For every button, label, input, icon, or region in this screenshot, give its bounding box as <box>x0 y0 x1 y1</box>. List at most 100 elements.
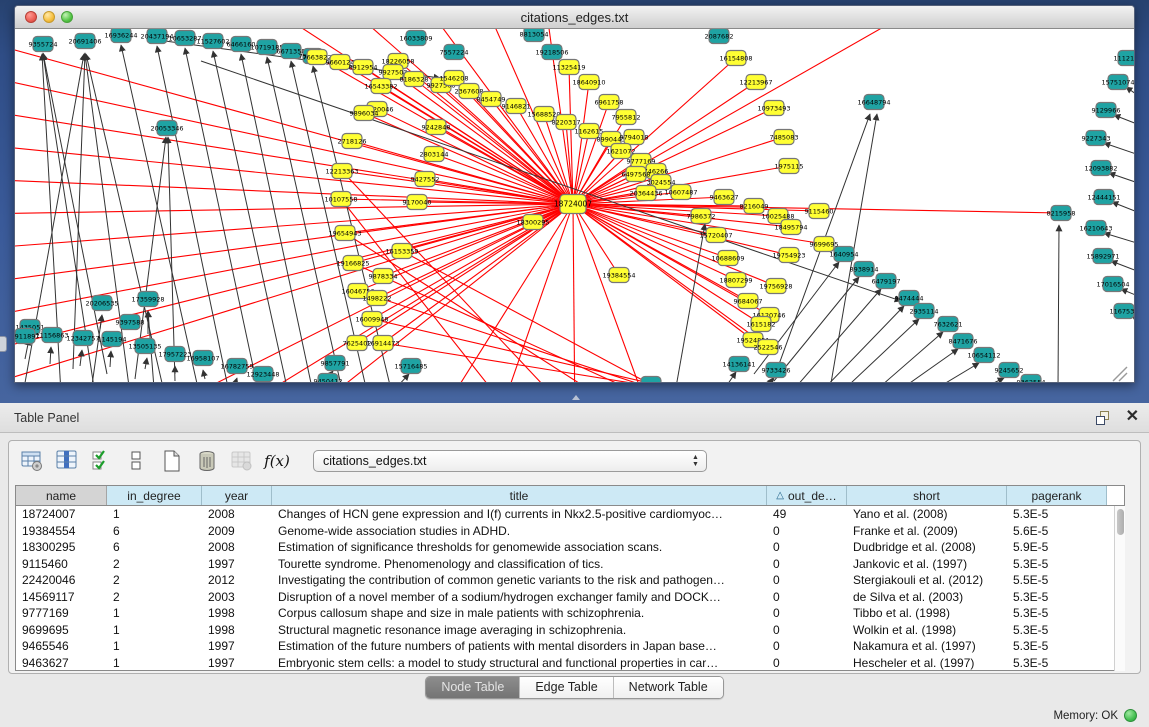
table-cell[interactable]: 2003 <box>202 589 272 606</box>
table-cell[interactable]: 5.3E-5 <box>1007 622 1107 639</box>
table-cell[interactable]: 2 <box>107 556 202 573</box>
table-cell[interactable]: 1 <box>107 655 202 672</box>
graph-edge[interactable] <box>1058 225 1059 383</box>
table-cell[interactable]: Embryonic stem cells: a model to study s… <box>272 655 767 672</box>
graph-node[interactable]: 15716485 <box>394 359 427 374</box>
graph-edge[interactable] <box>157 46 230 383</box>
memory-ok-icon[interactable] <box>1124 709 1137 722</box>
graph-edge[interactable] <box>15 204 573 383</box>
table-cell[interactable]: 1 <box>107 506 202 523</box>
graph-node[interactable]: 8813054 <box>520 29 549 42</box>
graph-node[interactable]: 17359928 <box>131 292 164 307</box>
network-window-titlebar[interactable]: citations_edges.txt <box>15 6 1134 29</box>
column-header-short[interactable]: short <box>847 486 1007 505</box>
column-header-year[interactable]: year <box>202 486 272 505</box>
table-cell[interactable]: Disruption of a novel member of a sodium… <box>272 589 767 606</box>
graph-node[interactable]: 14136141 <box>722 357 755 372</box>
graph-node[interactable]: 2087682 <box>705 29 734 44</box>
graph-edge[interactable] <box>721 372 736 383</box>
graph-node-selected[interactable]: 6961758 <box>595 95 624 110</box>
table-cell[interactable]: 2009 <box>202 523 272 540</box>
table-cell[interactable]: 22420046 <box>16 572 107 589</box>
graph-node[interactable]: 12444151 <box>1087 190 1120 205</box>
table-row[interactable]: 977716911998Corpus callosum shape and si… <box>16 605 1124 622</box>
table-cell[interactable]: 9777169 <box>16 605 107 622</box>
graph-node[interactable]: 1145194 <box>98 332 127 347</box>
scrollbar-thumb[interactable] <box>1117 509 1124 535</box>
table-cell[interactable]: 14569117 <box>16 589 107 606</box>
delete-table-icon[interactable] <box>194 448 220 474</box>
table-cell[interactable]: Stergiakouli et al. (2012) <box>847 572 1007 589</box>
graph-edge[interactable] <box>1104 143 1135 157</box>
graph-node[interactable]: 17016504 <box>1096 277 1129 292</box>
table-cell[interactable]: Genome-wide association studies in ADHD. <box>272 523 767 540</box>
table-cell[interactable]: Tibbo et al. (1998) <box>847 605 1007 622</box>
table-cell[interactable]: 5.3E-5 <box>1007 638 1107 655</box>
table-cell[interactable]: 1 <box>107 622 202 639</box>
table-cell[interactable]: 1998 <box>202 622 272 639</box>
graph-node-selected[interactable]: 7986372 <box>687 209 716 224</box>
tab-edge-table[interactable]: Edge Table <box>519 677 612 698</box>
graph-node-selected[interactable]: 2718126 <box>338 134 367 149</box>
split-pane-handle[interactable] <box>570 395 580 401</box>
graph-node-selected[interactable]: 9896034 <box>350 106 379 121</box>
graph-node[interactable]: 15751074 <box>1101 75 1134 90</box>
graph-node[interactable]: 16936244 <box>104 29 137 43</box>
table-cell[interactable]: 0 <box>767 572 847 589</box>
graph-node[interactable]: 8938914 <box>850 262 879 277</box>
graph-node-selected[interactable]: 16154808 <box>719 51 752 66</box>
table-scrollbar[interactable] <box>1114 506 1125 671</box>
table-cell[interactable]: Yano et al. (2008) <box>847 506 1007 523</box>
graph-node[interactable]: 16210643 <box>1079 221 1112 236</box>
graph-node[interactable]: 1167533 <box>1110 304 1135 319</box>
graph-node[interactable]: 1112154 <box>1114 51 1135 66</box>
graph-node[interactable]: 9397588 <box>116 315 145 330</box>
table-cell[interactable]: 0 <box>767 539 847 556</box>
graph-node[interactable]: 8471676 <box>949 334 978 349</box>
table-cell[interactable]: 1 <box>107 605 202 622</box>
tab-node-table[interactable]: Node Table <box>426 677 519 698</box>
table-cell[interactable]: 2 <box>107 572 202 589</box>
graph-node[interactable]: 8215958 <box>1047 206 1076 221</box>
graph-node[interactable]: 20206535 <box>85 296 118 311</box>
graph-edge[interactable] <box>1113 367 1127 381</box>
graph-node[interactable]: 12093882 <box>1084 161 1117 176</box>
table-cell[interactable]: 9699695 <box>16 622 107 639</box>
graph-node-selected[interactable]: 8216049 <box>740 199 769 214</box>
graph-edge[interactable] <box>15 204 573 214</box>
table-cell[interactable]: 0 <box>767 556 847 573</box>
table-row[interactable]: 946362711997Embryonic stem cells: a mode… <box>16 655 1124 672</box>
table-select[interactable]: citations_edges.txt ▲▼ <box>313 450 707 472</box>
graph-node[interactable]: 7632621 <box>934 317 963 332</box>
graph-edge[interactable] <box>50 347 51 364</box>
graph-node[interactable]: 6479197 <box>872 274 901 289</box>
graph-edge[interactable] <box>435 204 573 383</box>
table-cell[interactable]: 1997 <box>202 556 272 573</box>
network-view-window[interactable]: citations_edges.txt 93557242069140616936… <box>14 5 1135 383</box>
graph-node[interactable]: 9450412 <box>314 374 343 384</box>
graph-edge[interactable] <box>201 61 901 301</box>
graph-edge[interactable] <box>1104 233 1135 247</box>
graph-edge[interactable] <box>760 378 773 383</box>
table-cell[interactable]: 1 <box>107 638 202 655</box>
graph-node[interactable]: 20691406 <box>68 34 101 49</box>
table-cell[interactable]: 9463627 <box>16 655 107 672</box>
graph-node-selected[interactable]: 10688609 <box>711 251 744 266</box>
graph-node-selected[interactable]: 12213967 <box>739 75 772 90</box>
graph-node-selected[interactable]: 18640910 <box>572 75 605 90</box>
graph-node[interactable]: 16033809 <box>399 31 432 46</box>
graph-node-selected[interactable]: 9684067 <box>734 294 763 309</box>
table-cell[interactable]: 6 <box>107 523 202 540</box>
column-settings-icon[interactable] <box>19 448 45 474</box>
table-cell[interactable]: Hescheler et al. (1997) <box>847 655 1007 672</box>
table-cell[interactable]: 6 <box>107 539 202 556</box>
table-cell[interactable]: 9115460 <box>16 556 107 573</box>
table-row[interactable]: 1938455462009Genome-wide association stu… <box>16 523 1124 540</box>
graph-node-selected[interactable]: 9463627 <box>710 190 739 205</box>
graph-node-selected[interactable]: 9242848 <box>422 120 451 135</box>
graph-node-selected[interactable]: 9115460 <box>805 204 834 219</box>
graph-node-selected[interactable]: 16009948 <box>355 312 388 327</box>
table-row[interactable]: 2242004622012Investigating the contribut… <box>16 572 1124 589</box>
table-cell[interactable]: 5.9E-5 <box>1007 539 1107 556</box>
graph-edge[interactable] <box>381 86 573 204</box>
